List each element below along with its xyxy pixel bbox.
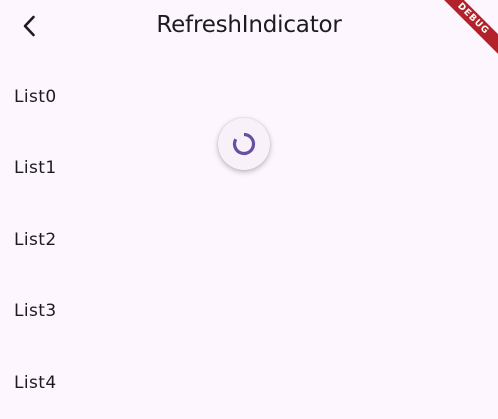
list-item[interactable]: List3 bbox=[0, 276, 498, 348]
list-item[interactable]: List4 bbox=[0, 347, 498, 419]
list-item-label: List3 bbox=[14, 301, 57, 322]
refresh-indicator bbox=[218, 118, 270, 170]
progress-spinner-icon bbox=[232, 132, 256, 156]
list: List0 List1 List2 List3 List4 bbox=[0, 61, 498, 419]
list-item[interactable]: List2 bbox=[0, 204, 498, 276]
list-item-label: List0 bbox=[14, 86, 57, 107]
page-title: RefreshIndicator bbox=[156, 12, 342, 38]
app-bar: RefreshIndicator bbox=[0, 0, 498, 52]
list-item-label: List4 bbox=[14, 372, 57, 393]
list-item-label: List1 bbox=[14, 158, 57, 179]
list-item-label: List2 bbox=[14, 229, 57, 250]
